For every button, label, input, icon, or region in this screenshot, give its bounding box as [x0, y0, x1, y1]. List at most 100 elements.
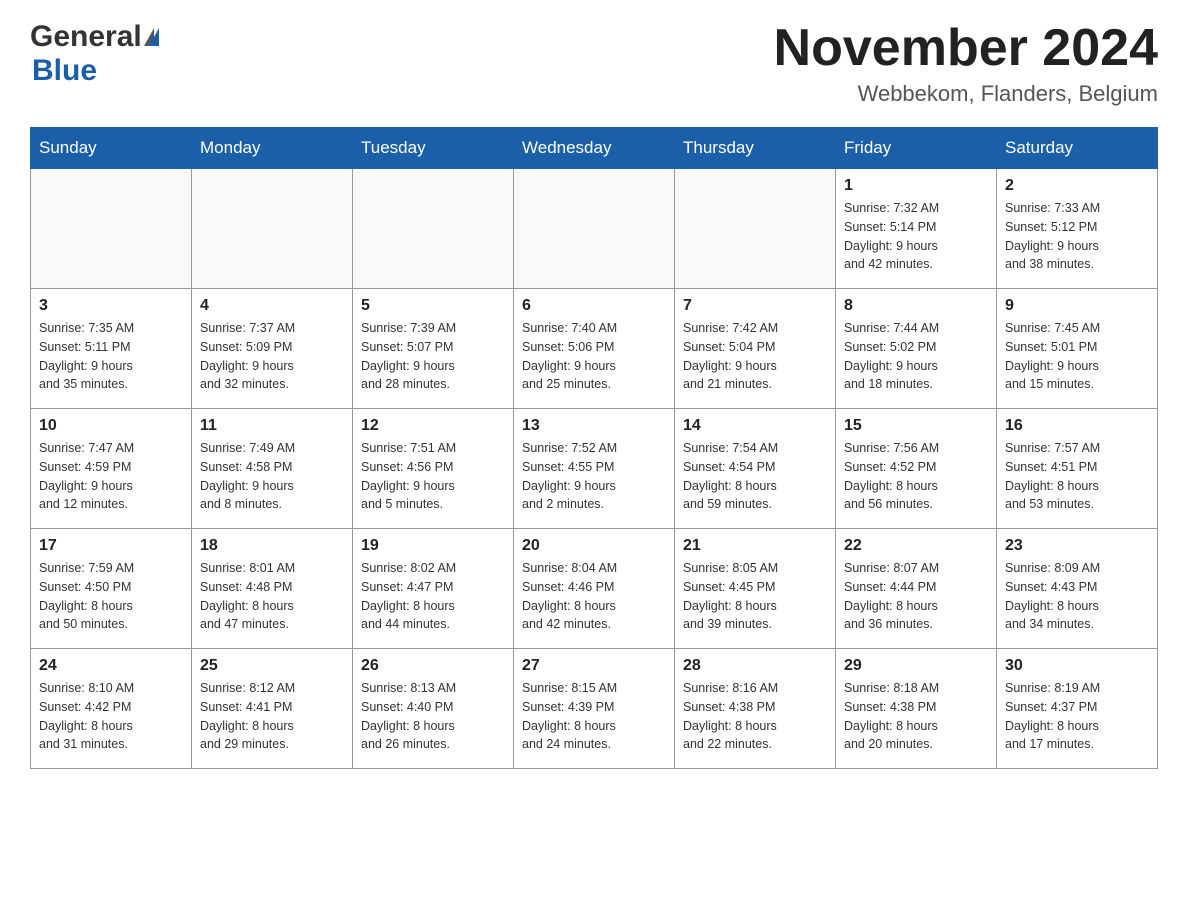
day-info: Sunrise: 7:45 AMSunset: 5:01 PMDaylight:…	[1005, 319, 1149, 394]
day-number: 9	[1005, 297, 1149, 315]
day-info: Sunrise: 7:52 AMSunset: 4:55 PMDaylight:…	[522, 439, 666, 514]
day-info: Sunrise: 8:04 AMSunset: 4:46 PMDaylight:…	[522, 559, 666, 634]
day-number: 26	[361, 657, 505, 675]
calendar-cell: 8 Sunrise: 7:44 AMSunset: 5:02 PMDaylight…	[836, 289, 997, 409]
day-number: 21	[683, 537, 827, 555]
day-info: Sunrise: 8:15 AMSunset: 4:39 PMDaylight:…	[522, 679, 666, 754]
day-number: 22	[844, 537, 988, 555]
calendar-cell: 17 Sunrise: 7:59 AMSunset: 4:50 PMDayligh…	[31, 529, 192, 649]
calendar-cell: 15Sunrise: 7:56 AMSunset: 4:52 PMDayligh…	[836, 409, 997, 529]
calendar-header-friday: Friday	[836, 128, 997, 169]
day-number: 11	[200, 417, 344, 435]
day-info: Sunrise: 7:47 AMSunset: 4:59 PMDaylight:…	[39, 439, 183, 514]
logo: General Blue	[30, 20, 159, 88]
page-header: General Blue November 2024 Webbekom, Fla…	[30, 20, 1158, 107]
day-number: 10	[39, 417, 183, 435]
calendar-cell: 21 Sunrise: 8:05 AMSunset: 4:45 PMDayligh…	[675, 529, 836, 649]
day-number: 16	[1005, 417, 1149, 435]
day-info: Sunrise: 7:54 AMSunset: 4:54 PMDaylight:…	[683, 439, 827, 514]
day-info: Sunrise: 8:12 AMSunset: 4:41 PMDaylight:…	[200, 679, 344, 754]
day-info: Sunrise: 7:33 AMSunset: 5:12 PMDaylight:…	[1005, 199, 1149, 274]
day-number: 24	[39, 657, 183, 675]
calendar-cell: 19 Sunrise: 8:02 AMSunset: 4:47 PMDayligh…	[353, 529, 514, 649]
day-number: 18	[200, 537, 344, 555]
logo-blue-text: Blue	[30, 54, 97, 88]
day-info: Sunrise: 7:40 AMSunset: 5:06 PMDaylight:…	[522, 319, 666, 394]
day-number: 19	[361, 537, 505, 555]
calendar-cell: 10 Sunrise: 7:47 AMSunset: 4:59 PMDayligh…	[31, 409, 192, 529]
day-number: 1	[844, 177, 988, 195]
calendar-cell: 16 Sunrise: 7:57 AMSunset: 4:51 PMDayligh…	[997, 409, 1158, 529]
day-info: Sunrise: 8:09 AMSunset: 4:43 PMDaylight:…	[1005, 559, 1149, 634]
location-subtitle: Webbekom, Flanders, Belgium	[774, 81, 1158, 107]
day-number: 27	[522, 657, 666, 675]
calendar-header-sunday: Sunday	[31, 128, 192, 169]
calendar-cell: 3 Sunrise: 7:35 AMSunset: 5:11 PMDaylight…	[31, 289, 192, 409]
day-info: Sunrise: 7:35 AMSunset: 5:11 PMDaylight:…	[39, 319, 183, 394]
calendar-cell: 28Sunrise: 8:16 AMSunset: 4:38 PMDayligh…	[675, 649, 836, 769]
day-info: Sunrise: 7:51 AMSunset: 4:56 PMDaylight:…	[361, 439, 505, 514]
calendar-week-row: 24 Sunrise: 8:10 AMSunset: 4:42 PMDayligh…	[31, 649, 1158, 769]
day-info: Sunrise: 7:56 AMSunset: 4:52 PMDaylight:…	[844, 439, 988, 514]
day-info: Sunrise: 7:44 AMSunset: 5:02 PMDaylight:…	[844, 319, 988, 394]
day-number: 30	[1005, 657, 1149, 675]
calendar-cell: 29 Sunrise: 8:18 AMSunset: 4:38 PMDayligh…	[836, 649, 997, 769]
logo-triangle-icon	[144, 28, 159, 46]
calendar-cell	[353, 169, 514, 289]
day-number: 5	[361, 297, 505, 315]
calendar-table: SundayMondayTuesdayWednesdayThursdayFrid…	[30, 127, 1158, 769]
calendar-header-thursday: Thursday	[675, 128, 836, 169]
day-number: 29	[844, 657, 988, 675]
day-number: 8	[844, 297, 988, 315]
day-number: 25	[200, 657, 344, 675]
calendar-cell	[675, 169, 836, 289]
day-info: Sunrise: 7:59 AMSunset: 4:50 PMDaylight:…	[39, 559, 183, 634]
day-number: 28	[683, 657, 827, 675]
day-info: Sunrise: 7:39 AMSunset: 5:07 PMDaylight:…	[361, 319, 505, 394]
calendar-cell: 20Sunrise: 8:04 AMSunset: 4:46 PMDayligh…	[514, 529, 675, 649]
day-info: Sunrise: 8:05 AMSunset: 4:45 PMDaylight:…	[683, 559, 827, 634]
day-info: Sunrise: 8:02 AMSunset: 4:47 PMDaylight:…	[361, 559, 505, 634]
calendar-cell	[514, 169, 675, 289]
calendar-cell: 18 Sunrise: 8:01 AMSunset: 4:48 PMDayligh…	[192, 529, 353, 649]
calendar-cell	[192, 169, 353, 289]
calendar-header-saturday: Saturday	[997, 128, 1158, 169]
calendar-cell: 9 Sunrise: 7:45 AMSunset: 5:01 PMDaylight…	[997, 289, 1158, 409]
day-number: 14	[683, 417, 827, 435]
calendar-header-row: SundayMondayTuesdayWednesdayThursdayFrid…	[31, 128, 1158, 169]
calendar-cell: 22Sunrise: 8:07 AMSunset: 4:44 PMDayligh…	[836, 529, 997, 649]
calendar-cell: 13 Sunrise: 7:52 AMSunset: 4:55 PMDayligh…	[514, 409, 675, 529]
calendar-cell: 4Sunrise: 7:37 AMSunset: 5:09 PMDaylight…	[192, 289, 353, 409]
day-info: Sunrise: 8:13 AMSunset: 4:40 PMDaylight:…	[361, 679, 505, 754]
day-number: 7	[683, 297, 827, 315]
day-info: Sunrise: 7:49 AMSunset: 4:58 PMDaylight:…	[200, 439, 344, 514]
day-number: 17	[39, 537, 183, 555]
day-number: 4	[200, 297, 344, 315]
day-info: Sunrise: 8:01 AMSunset: 4:48 PMDaylight:…	[200, 559, 344, 634]
calendar-cell: 24 Sunrise: 8:10 AMSunset: 4:42 PMDayligh…	[31, 649, 192, 769]
calendar-cell: 26 Sunrise: 8:13 AMSunset: 4:40 PMDayligh…	[353, 649, 514, 769]
calendar-cell: 7Sunrise: 7:42 AMSunset: 5:04 PMDaylight…	[675, 289, 836, 409]
month-title: November 2024	[774, 20, 1158, 77]
calendar-week-row: 17 Sunrise: 7:59 AMSunset: 4:50 PMDayligh…	[31, 529, 1158, 649]
calendar-cell: 30 Sunrise: 8:19 AMSunset: 4:37 PMDayligh…	[997, 649, 1158, 769]
day-info: Sunrise: 8:18 AMSunset: 4:38 PMDaylight:…	[844, 679, 988, 754]
day-number: 3	[39, 297, 183, 315]
day-number: 12	[361, 417, 505, 435]
calendar-cell	[31, 169, 192, 289]
calendar-cell: 1 Sunrise: 7:32 AMSunset: 5:14 PMDaylight…	[836, 169, 997, 289]
calendar-cell: 23 Sunrise: 8:09 AMSunset: 4:43 PMDayligh…	[997, 529, 1158, 649]
calendar-header-tuesday: Tuesday	[353, 128, 514, 169]
logo-general-text: General	[30, 20, 142, 54]
calendar-week-row: 10 Sunrise: 7:47 AMSunset: 4:59 PMDayligh…	[31, 409, 1158, 529]
calendar-header-wednesday: Wednesday	[514, 128, 675, 169]
calendar-cell: 5 Sunrise: 7:39 AMSunset: 5:07 PMDaylight…	[353, 289, 514, 409]
day-info: Sunrise: 7:32 AMSunset: 5:14 PMDaylight:…	[844, 199, 988, 274]
day-number: 13	[522, 417, 666, 435]
day-info: Sunrise: 8:10 AMSunset: 4:42 PMDaylight:…	[39, 679, 183, 754]
day-info: Sunrise: 8:19 AMSunset: 4:37 PMDaylight:…	[1005, 679, 1149, 754]
calendar-cell: 14 Sunrise: 7:54 AMSunset: 4:54 PMDayligh…	[675, 409, 836, 529]
day-number: 23	[1005, 537, 1149, 555]
day-number: 6	[522, 297, 666, 315]
day-info: Sunrise: 7:57 AMSunset: 4:51 PMDaylight:…	[1005, 439, 1149, 514]
